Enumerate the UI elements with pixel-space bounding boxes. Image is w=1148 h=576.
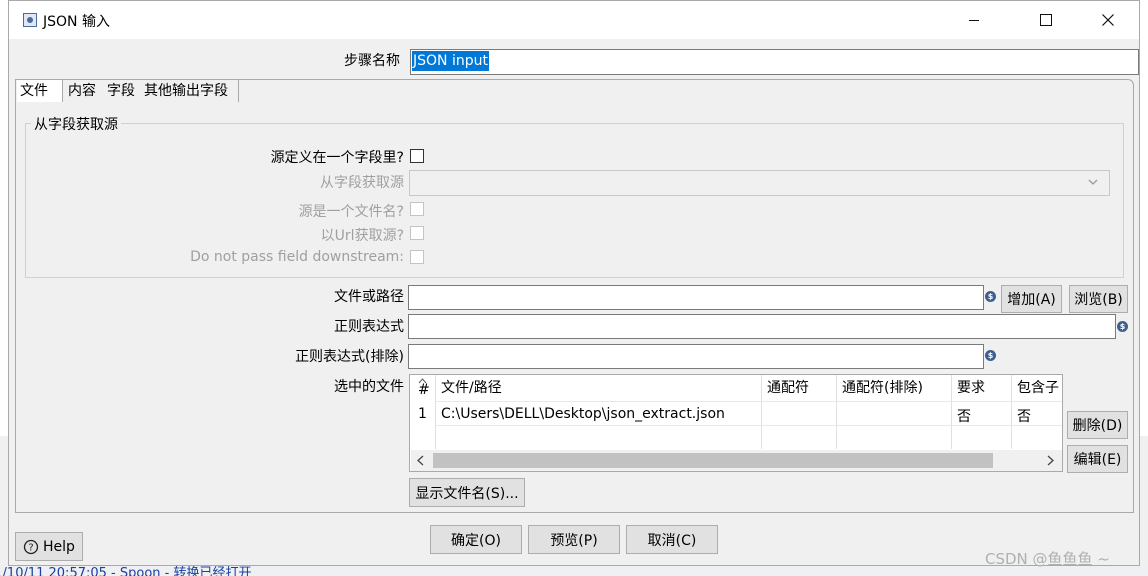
column-header-wildcard-exclude[interactable]: 通配符(排除) — [842, 375, 950, 401]
close-button[interactable] — [1085, 1, 1131, 39]
column-header-wildcard[interactable]: 通配符 — [767, 375, 835, 401]
read-source-as-url-label: 以Url获取源? — [320, 228, 404, 244]
delete-button[interactable]: 删除(D) — [1067, 411, 1128, 439]
scroll-right-icon[interactable] — [1047, 455, 1054, 466]
horizontal-scrollbar[interactable] — [411, 450, 1062, 471]
column-header-number[interactable]: # — [418, 377, 430, 403]
row-include-subfolders[interactable]: 否 — [1017, 406, 1063, 426]
maximize-button[interactable] — [1023, 1, 1069, 39]
edit-button[interactable]: 编辑(E) — [1067, 445, 1128, 473]
cancel-button[interactable]: 取消(C) — [626, 525, 718, 554]
column-header-include-subfolders[interactable]: 包含子 — [1017, 375, 1063, 401]
minimize-icon — [969, 20, 979, 21]
background-log-panel: 21/10/11 20:57:05 - Spoon - 转换已经打开 — [0, 565, 1148, 576]
window-title: JSON 输入 — [43, 14, 110, 30]
source-in-field-label: 源定义在一个字段里? — [270, 150, 404, 166]
source-field-combo[interactable] — [409, 170, 1110, 196]
read-source-as-url-checkbox[interactable] — [410, 226, 424, 240]
tab-additional-output-fields[interactable]: 其他输出字段 — [141, 80, 239, 102]
show-filenames-button[interactable]: 显示文件名(S)... — [409, 478, 525, 507]
file-path-input[interactable] — [408, 285, 984, 310]
add-button[interactable]: 增加(A) — [1001, 285, 1062, 313]
step-name-value: JSON input — [412, 51, 489, 71]
tab-fields[interactable]: 字段 — [104, 80, 142, 102]
chevron-down-icon — [1088, 179, 1098, 185]
regex-exclude-input[interactable] — [408, 344, 984, 369]
step-name-input[interactable]: JSON input — [410, 49, 1139, 75]
watermark: CSDN @鱼鱼鱼 ~ — [985, 550, 1110, 568]
ok-button[interactable]: 确定(O) — [430, 525, 522, 554]
title-bar: JSON 输入 — [9, 1, 1139, 39]
get-source-from-label: 从字段获取源 — [320, 175, 404, 191]
svg-text:?: ? — [28, 542, 33, 553]
source-is-filename-checkbox[interactable] — [410, 202, 424, 216]
regex-exclude-label: 正则表达式(排除) — [295, 349, 404, 365]
scroll-left-icon[interactable] — [417, 455, 424, 466]
help-icon: ? — [23, 539, 39, 554]
variable-icon: $ — [985, 350, 996, 361]
minimize-button[interactable] — [951, 1, 997, 39]
do-not-pass-field-label: Do not pass field downstream: — [190, 249, 404, 265]
column-header-required[interactable]: 要求 — [957, 375, 1010, 401]
group-title: 从字段获取源 — [31, 114, 121, 134]
source-in-field-checkbox[interactable] — [410, 149, 424, 163]
preview-button[interactable]: 预览(P) — [528, 525, 620, 554]
row-file-path[interactable]: C:\Users\DELL\Desktop\json_extract.json — [441, 406, 759, 422]
tab-file[interactable]: 文件 — [17, 80, 63, 102]
column-divider — [435, 375, 436, 449]
selected-files-table[interactable]: # 文件/路径 通配符 通配符(排除) 要求 包含子 1 C:\Users\DE… — [409, 374, 1063, 472]
scrollbar-thumb[interactable] — [433, 453, 993, 468]
column-header-file-path[interactable]: 文件/路径 — [441, 375, 759, 401]
row-required[interactable]: 否 — [957, 406, 1010, 426]
close-icon — [1102, 14, 1114, 26]
column-divider — [761, 375, 762, 449]
source-is-filename-label: 源是一个文件名? — [298, 204, 404, 220]
help-button-label: Help — [43, 538, 75, 555]
json-input-dialog: JSON 输入 步骤名称 JSON input 文件 内容 字段 其他输出字段 … — [8, 0, 1140, 566]
regex-label: 正则表达式 — [334, 319, 404, 335]
browse-button[interactable]: 浏览(B) — [1069, 285, 1128, 313]
file-path-label: 文件或路径 — [334, 289, 404, 305]
row-divider — [436, 401, 1062, 402]
variable-icon: $ — [1117, 321, 1128, 332]
regex-input[interactable] — [408, 314, 1116, 339]
column-divider — [951, 375, 952, 449]
column-divider — [836, 375, 837, 449]
selected-files-label: 选中的文件 — [334, 379, 404, 395]
json-step-icon — [23, 13, 37, 27]
row-number: 1 — [418, 406, 427, 422]
help-button[interactable]: ? Help — [15, 532, 83, 561]
log-line: 21/10/11 20:57:05 - Spoon - 转换已经打开 — [0, 566, 252, 576]
maximize-icon — [1040, 14, 1052, 26]
step-name-label: 步骤名称 — [344, 53, 400, 69]
do-not-pass-field-checkbox[interactable] — [410, 250, 424, 264]
variable-icon: $ — [985, 291, 996, 302]
column-divider — [1011, 375, 1012, 449]
tab-content[interactable]: 内容 — [65, 80, 105, 102]
